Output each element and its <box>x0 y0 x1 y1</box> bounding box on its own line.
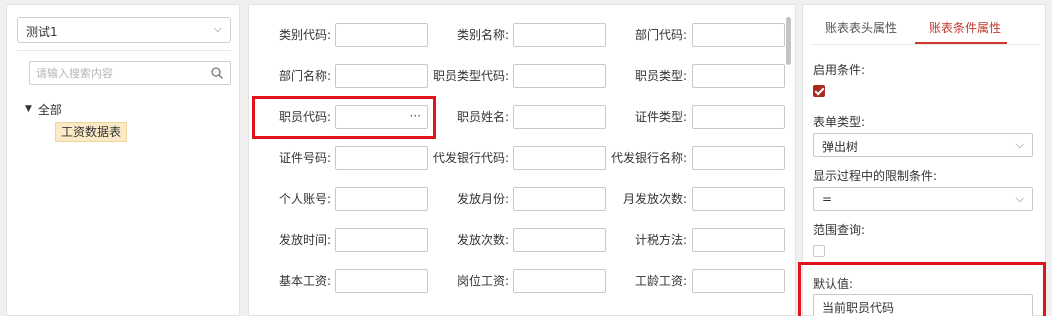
enable-condition-label: 启用条件: <box>813 63 866 77</box>
form-field-input[interactable] <box>513 269 606 293</box>
form-field-input[interactable] <box>335 269 428 293</box>
form-field-label: 工龄工资: <box>634 274 687 288</box>
form-field-label: 部门名称: <box>278 69 331 83</box>
process-condition-select[interactable]: = ⌵ <box>813 187 1033 211</box>
form-field-input[interactable] <box>335 64 428 88</box>
form-field-input[interactable]: ··· <box>335 105 428 129</box>
form-field-input[interactable] <box>692 64 785 88</box>
form-field-input[interactable] <box>513 105 606 129</box>
search-box[interactable] <box>29 61 231 85</box>
form-field-input[interactable] <box>692 105 785 129</box>
form-field-input[interactable] <box>513 23 606 47</box>
form-field-input[interactable] <box>692 23 785 47</box>
dataset-select[interactable]: 测试1 ⌵ <box>17 17 231 43</box>
caret-down-icon[interactable]: ▼ <box>25 104 32 114</box>
enable-condition-checkbox[interactable] <box>813 85 825 97</box>
range-query-label: 范围查询: <box>813 223 866 237</box>
form-field-label: 类别名称: <box>456 28 509 42</box>
default-value-input[interactable]: 当前职员代码 <box>813 294 1033 316</box>
form-field-label: 证件类型: <box>634 110 687 124</box>
form-field-input[interactable] <box>335 23 428 47</box>
form-field-label: 发放时间: <box>278 233 331 247</box>
form-type-value: 弹出树 <box>822 140 859 154</box>
tab-header-properties[interactable]: 账表表头属性 <box>825 19 897 43</box>
active-tab-indicator <box>915 42 1007 44</box>
form-field-label: 岗位工资: <box>456 274 509 288</box>
search-input[interactable] <box>36 65 206 81</box>
form-field-input[interactable] <box>335 228 428 252</box>
form-field-input[interactable] <box>513 187 606 211</box>
range-query-checkbox[interactable] <box>813 245 825 257</box>
condition-form: 类别代码: 类别名称: 部门代码: 部门名称: 职员类型代码: 职员类型: 职员代码: ···… <box>248 4 796 316</box>
form-field-label: 发放月份: <box>456 192 509 206</box>
process-condition-value: = <box>822 192 833 206</box>
form-field-input[interactable] <box>513 146 606 170</box>
form-field-input[interactable] <box>692 146 785 170</box>
form-field-label: 职员类型: <box>634 69 687 83</box>
form-field-label: 代发银行代码: <box>432 151 509 165</box>
form-field-input[interactable] <box>692 187 785 211</box>
chevron-down-icon: ⌵ <box>1015 192 1024 205</box>
form-field-label: 部门代码: <box>634 28 687 42</box>
tab-divider <box>811 44 1039 45</box>
form-field-input[interactable] <box>692 269 785 293</box>
dataset-select-value: 测试1 <box>26 25 58 39</box>
form-field-label: 代发银行名称: <box>610 151 687 165</box>
property-panel: 账表表头属性 账表条件属性 启用条件: 表单类型: 弹出树 ⌵ 显示过程中的限制… <box>802 4 1046 316</box>
chevron-down-icon: ⌵ <box>1015 138 1024 151</box>
form-field-label: 计税方法: <box>634 233 687 247</box>
form-field-input[interactable] <box>335 187 428 211</box>
form-field-label: 个人账号: <box>278 192 331 206</box>
scrollbar[interactable] <box>786 17 791 65</box>
tree-node-selected[interactable]: 工资数据表 <box>55 122 128 142</box>
form-field-input[interactable] <box>513 228 606 252</box>
form-type-label: 表单类型: <box>813 115 866 129</box>
tree-root[interactable]: ▼ 全部 <box>25 101 62 117</box>
form-field-label: 类别代码: <box>278 28 331 42</box>
chevron-down-icon: ⌵ <box>213 22 222 35</box>
default-value-text: 当前职员代码 <box>822 301 895 315</box>
form-field-label: 月发放次数: <box>622 192 687 206</box>
form-field-label: 发放次数: <box>456 233 509 247</box>
form-field-label: 职员代码: <box>278 110 331 124</box>
process-condition-label: 显示过程中的限制条件: <box>813 169 938 183</box>
divider <box>17 50 231 51</box>
form-type-select[interactable]: 弹出树 ⌵ <box>813 133 1033 157</box>
form-field-input[interactable] <box>335 146 428 170</box>
form-field-label: 职员姓名: <box>456 110 509 124</box>
default-value-label: 默认值: <box>813 277 854 291</box>
tab-condition-properties[interactable]: 账表条件属性 <box>929 19 1001 43</box>
form-field-input[interactable] <box>692 228 785 252</box>
search-icon[interactable] <box>210 66 224 80</box>
tree-root-label: 全部 <box>37 102 62 117</box>
form-field-label: 基本工资: <box>278 274 331 288</box>
form-field-label: 职员类型代码: <box>432 69 509 83</box>
dataset-panel: 测试1 ⌵ ▼ 全部 工资数据表 <box>6 4 240 316</box>
form-field-label: 证件号码: <box>278 151 331 165</box>
form-field-input[interactable] <box>513 64 606 88</box>
